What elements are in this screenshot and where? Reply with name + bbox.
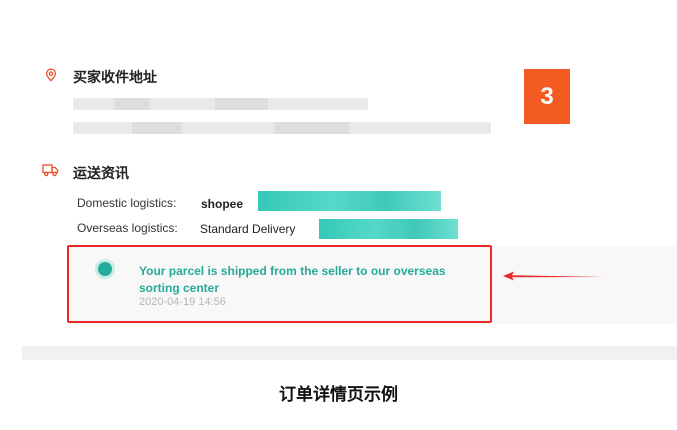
- figure-caption: 订单详情页示例: [279, 385, 398, 404]
- shipping-section-title: 运送资讯: [73, 165, 129, 181]
- redacted-address-line-1: [73, 98, 368, 110]
- overseas-logistics-label: Overseas logistics:: [77, 221, 178, 235]
- address-section-title: 买家收件地址: [73, 69, 157, 85]
- overseas-logistics-value: Standard Delivery: [200, 222, 296, 236]
- panel-footer-band: [22, 346, 677, 360]
- highlight-box: [67, 245, 492, 323]
- redacted-tracking-number-overseas: [319, 219, 458, 239]
- location-pin-icon: [45, 68, 57, 82]
- pointer-arrow-icon: [503, 271, 604, 281]
- redacted-address-line-2: [73, 122, 491, 134]
- step-number-badge: 3: [524, 69, 570, 124]
- domestic-logistics-value: shopee: [201, 197, 244, 211]
- truck-icon: [42, 164, 59, 177]
- redacted-tracking-number-domestic: [258, 191, 441, 211]
- domestic-logistics-label: Domestic logistics:: [77, 196, 177, 210]
